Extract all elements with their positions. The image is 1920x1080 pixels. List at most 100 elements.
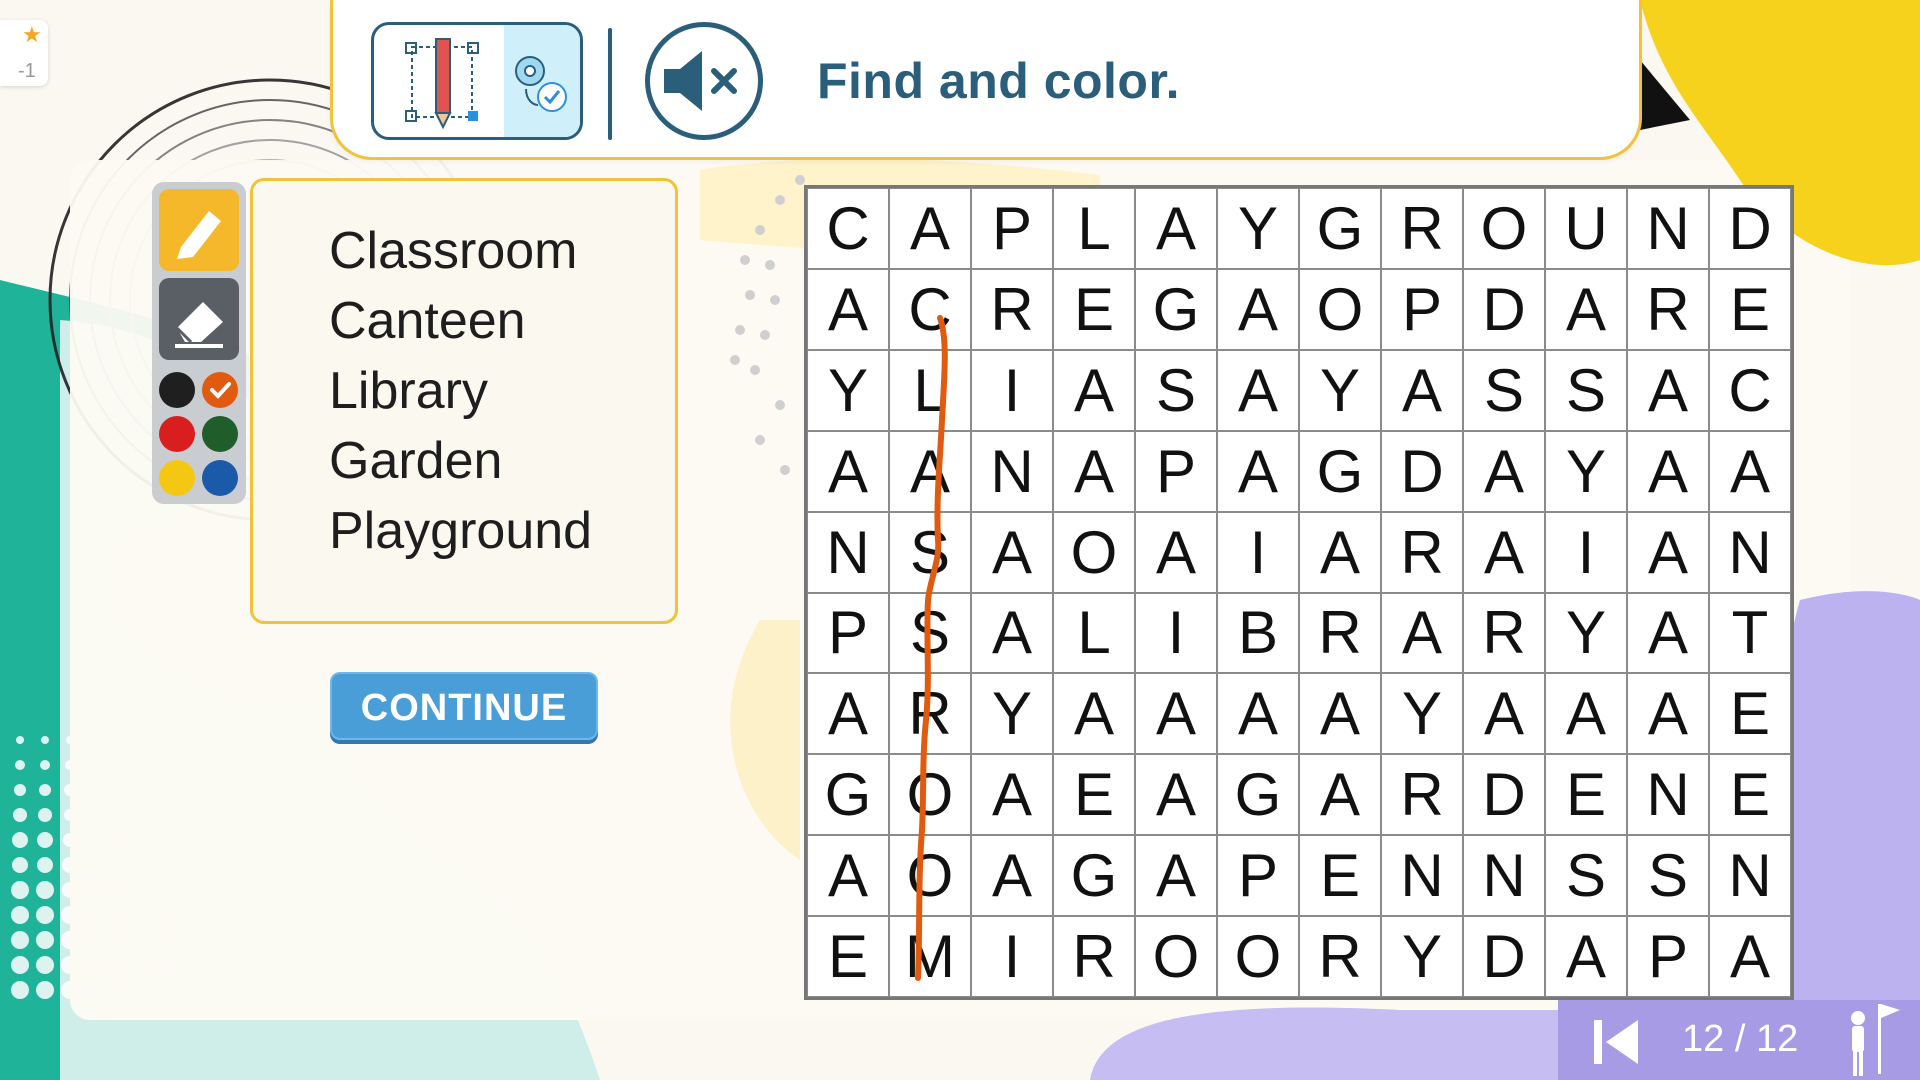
grid-cell[interactable]: O: [889, 754, 971, 836]
grid-cell[interactable]: S: [1627, 835, 1709, 917]
grid-cell[interactable]: E: [1299, 835, 1381, 917]
grid-cell[interactable]: Y: [1545, 430, 1627, 512]
grid-cell[interactable]: R: [1463, 592, 1545, 674]
grid-cell[interactable]: Y: [1545, 592, 1627, 674]
tool-mode-toggle[interactable]: [371, 22, 583, 140]
color-swatch-yellow[interactable]: [159, 460, 195, 496]
grid-cell[interactable]: A: [807, 835, 889, 917]
grid-cell[interactable]: Y: [1381, 673, 1463, 755]
grid-cell[interactable]: N: [1627, 188, 1709, 269]
word-search-grid[interactable]: CAPLAYGROUNDACREGAOPDAREYLIASAYASSACAANA…: [804, 185, 1794, 1000]
grid-cell[interactable]: A: [1135, 835, 1217, 917]
grid-cell[interactable]: A: [1627, 430, 1709, 512]
grid-cell[interactable]: A: [1381, 592, 1463, 674]
grid-cell[interactable]: L: [889, 349, 971, 431]
skip-previous-icon[interactable]: [1588, 1012, 1648, 1072]
grid-cell[interactable]: Y: [971, 673, 1053, 755]
grid-cell[interactable]: A: [1545, 673, 1627, 755]
grid-cell[interactable]: C: [889, 268, 971, 350]
grid-cell[interactable]: P: [971, 188, 1053, 269]
grid-cell[interactable]: G: [1135, 268, 1217, 350]
grid-cell[interactable]: P: [1627, 916, 1709, 997]
grid-cell[interactable]: A: [971, 511, 1053, 593]
grid-cell[interactable]: E: [1709, 268, 1791, 350]
grid-cell[interactable]: A: [807, 268, 889, 350]
grid-cell[interactable]: A: [1627, 673, 1709, 755]
grid-cell[interactable]: I: [1545, 511, 1627, 593]
grid-cell[interactable]: D: [1381, 430, 1463, 512]
grid-cell[interactable]: E: [1709, 673, 1791, 755]
grid-cell[interactable]: A: [1627, 511, 1709, 593]
grid-cell[interactable]: Y: [807, 349, 889, 431]
grid-cell[interactable]: E: [1709, 754, 1791, 836]
grid-cell[interactable]: C: [1709, 349, 1791, 431]
grid-cell[interactable]: A: [971, 754, 1053, 836]
grid-cell[interactable]: G: [1299, 430, 1381, 512]
grid-cell[interactable]: A: [1053, 349, 1135, 431]
grid-cell[interactable]: A: [1463, 673, 1545, 755]
grid-cell[interactable]: P: [1217, 835, 1299, 917]
grid-cell[interactable]: C: [807, 188, 889, 269]
grid-cell[interactable]: O: [889, 835, 971, 917]
grid-cell[interactable]: N: [1627, 754, 1709, 836]
grid-cell[interactable]: A: [1463, 511, 1545, 593]
grid-cell[interactable]: L: [1053, 188, 1135, 269]
grid-cell[interactable]: A: [1053, 430, 1135, 512]
grid-cell[interactable]: G: [1053, 835, 1135, 917]
grid-cell[interactable]: G: [1299, 188, 1381, 269]
continue-button[interactable]: CONTINUE: [330, 672, 598, 740]
grid-cell[interactable]: R: [1381, 188, 1463, 269]
grid-cell[interactable]: P: [1381, 268, 1463, 350]
grid-cell[interactable]: G: [807, 754, 889, 836]
color-swatch-red[interactable]: [159, 416, 195, 452]
grid-cell[interactable]: O: [1217, 916, 1299, 997]
grid-cell[interactable]: O: [1053, 511, 1135, 593]
color-swatch-orange[interactable]: [202, 372, 238, 408]
grid-cell[interactable]: M: [889, 916, 971, 997]
grid-cell[interactable]: A: [1299, 754, 1381, 836]
grid-cell[interactable]: E: [1053, 268, 1135, 350]
grid-cell[interactable]: P: [807, 592, 889, 674]
grid-cell[interactable]: A: [1217, 349, 1299, 431]
grid-cell[interactable]: A: [1053, 673, 1135, 755]
grid-cell[interactable]: O: [1135, 916, 1217, 997]
grid-cell[interactable]: A: [1545, 268, 1627, 350]
grid-cell[interactable]: Y: [1217, 188, 1299, 269]
grid-cell[interactable]: U: [1545, 188, 1627, 269]
grid-cell[interactable]: A: [1463, 430, 1545, 512]
grid-cell[interactable]: A: [1299, 511, 1381, 593]
grid-cell[interactable]: E: [1545, 754, 1627, 836]
grid-cell[interactable]: A: [1217, 430, 1299, 512]
grid-cell[interactable]: R: [1627, 268, 1709, 350]
grid-cell[interactable]: S: [889, 511, 971, 593]
grid-cell[interactable]: S: [1545, 835, 1627, 917]
grid-cell[interactable]: A: [1627, 349, 1709, 431]
grid-cell[interactable]: R: [971, 268, 1053, 350]
grid-cell[interactable]: I: [971, 349, 1053, 431]
grid-cell[interactable]: N: [971, 430, 1053, 512]
color-swatch-blue[interactable]: [202, 460, 238, 496]
grid-cell[interactable]: A: [1299, 673, 1381, 755]
grid-cell[interactable]: Y: [1299, 349, 1381, 431]
color-swatch-black[interactable]: [159, 372, 195, 408]
grid-cell[interactable]: A: [1217, 673, 1299, 755]
grid-cell[interactable]: A: [1135, 673, 1217, 755]
grid-cell[interactable]: D: [1463, 754, 1545, 836]
grid-cell[interactable]: A: [1135, 188, 1217, 269]
eraser-tool-button[interactable]: [159, 278, 239, 360]
grid-cell[interactable]: A: [807, 673, 889, 755]
color-swatch-green[interactable]: [202, 416, 238, 452]
grid-cell[interactable]: A: [971, 592, 1053, 674]
grid-cell[interactable]: Y: [1381, 916, 1463, 997]
grid-cell[interactable]: A: [807, 430, 889, 512]
grid-cell[interactable]: O: [1299, 268, 1381, 350]
grid-cell[interactable]: R: [1299, 592, 1381, 674]
grid-cell[interactable]: A: [1135, 754, 1217, 836]
grid-cell[interactable]: A: [1381, 349, 1463, 431]
grid-cell[interactable]: R: [1381, 511, 1463, 593]
grid-cell[interactable]: A: [1627, 592, 1709, 674]
pencil-tool-button[interactable]: [159, 189, 239, 271]
grid-cell[interactable]: L: [1053, 592, 1135, 674]
grid-cell[interactable]: D: [1709, 188, 1791, 269]
grid-cell[interactable]: R: [1299, 916, 1381, 997]
